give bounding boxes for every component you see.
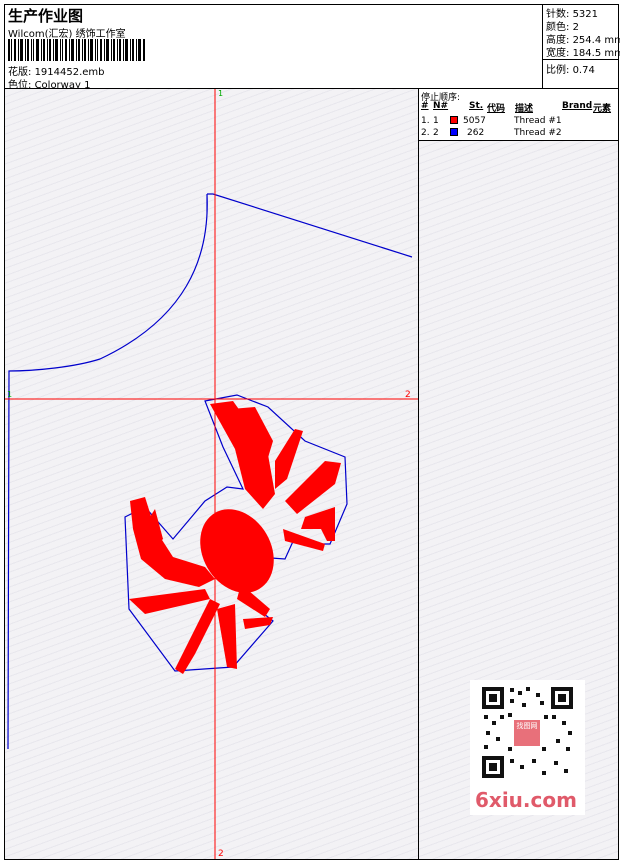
- row-code: 5057: [463, 116, 486, 126]
- watermark-text: 6xiu.com: [475, 788, 577, 812]
- stats-divider: [543, 59, 619, 60]
- row-code: 262: [467, 128, 485, 138]
- company-name: Wilcom(汇宏) 绣饰工作室: [8, 29, 126, 40]
- qr-stamp-text: 找图网: [516, 722, 538, 730]
- design-scale-value: 0.74: [572, 65, 595, 76]
- design-scale-label: 比例:: [546, 65, 570, 76]
- design-width-value: 184.5 mm: [572, 48, 620, 59]
- design-canvas: 1 1 2 2: [5, 89, 418, 859]
- design-width-label: 宽度:: [546, 48, 570, 59]
- header: 生产作业图 Wilcom(汇宏) 绣饰工作室 花版: 1914452.emb 色…: [4, 4, 620, 91]
- stats-panel: 针数: 5321 颜色: 2 高度: 254.4 mm 宽度: 184.5 mm…: [542, 4, 620, 88]
- design-width: 宽度: 184.5 mm: [546, 44, 620, 59]
- col-header-desc: 描述: [515, 104, 534, 114]
- axis-label-top: 1: [218, 89, 223, 98]
- row-needle: 1: [433, 116, 439, 126]
- axis-label-left: 1: [7, 390, 12, 399]
- col-header-num: #: [421, 101, 429, 111]
- page-title: 生产作业图: [8, 7, 84, 25]
- thread-legend: 停止顺序: # N# St. 代码 描述 Brand 元素 1. 1 5057 …: [419, 89, 618, 141]
- axis-label-bottom: 2: [218, 849, 224, 859]
- row-num: 2.: [421, 128, 430, 138]
- color-swatch-red: [450, 116, 458, 124]
- col-header-stop: St.: [469, 101, 484, 111]
- row-desc: Thread #2: [514, 128, 562, 138]
- row-desc: Thread #1: [514, 116, 562, 126]
- crab-embroidery: [129, 401, 341, 674]
- qr-stamp: 找图网: [514, 720, 540, 746]
- col-header-needle: N#: [433, 101, 449, 111]
- barcode-icon: [8, 39, 145, 61]
- col-header-code: 代码: [487, 104, 506, 114]
- garment-outline: [7, 193, 413, 750]
- color-swatch-blue: [450, 128, 458, 136]
- qr-watermark: 找图网 6xiu.com: [470, 680, 585, 815]
- row-num: 1.: [421, 116, 430, 126]
- col-header-brand: Brand: [562, 101, 593, 111]
- row-needle: 2: [433, 128, 439, 138]
- design-preview: 1 1 2 2: [5, 89, 418, 859]
- col-header-element: 元素: [593, 104, 612, 114]
- axis-label-right: 2: [405, 390, 411, 400]
- design-scale: 比例: 0.74: [546, 61, 595, 76]
